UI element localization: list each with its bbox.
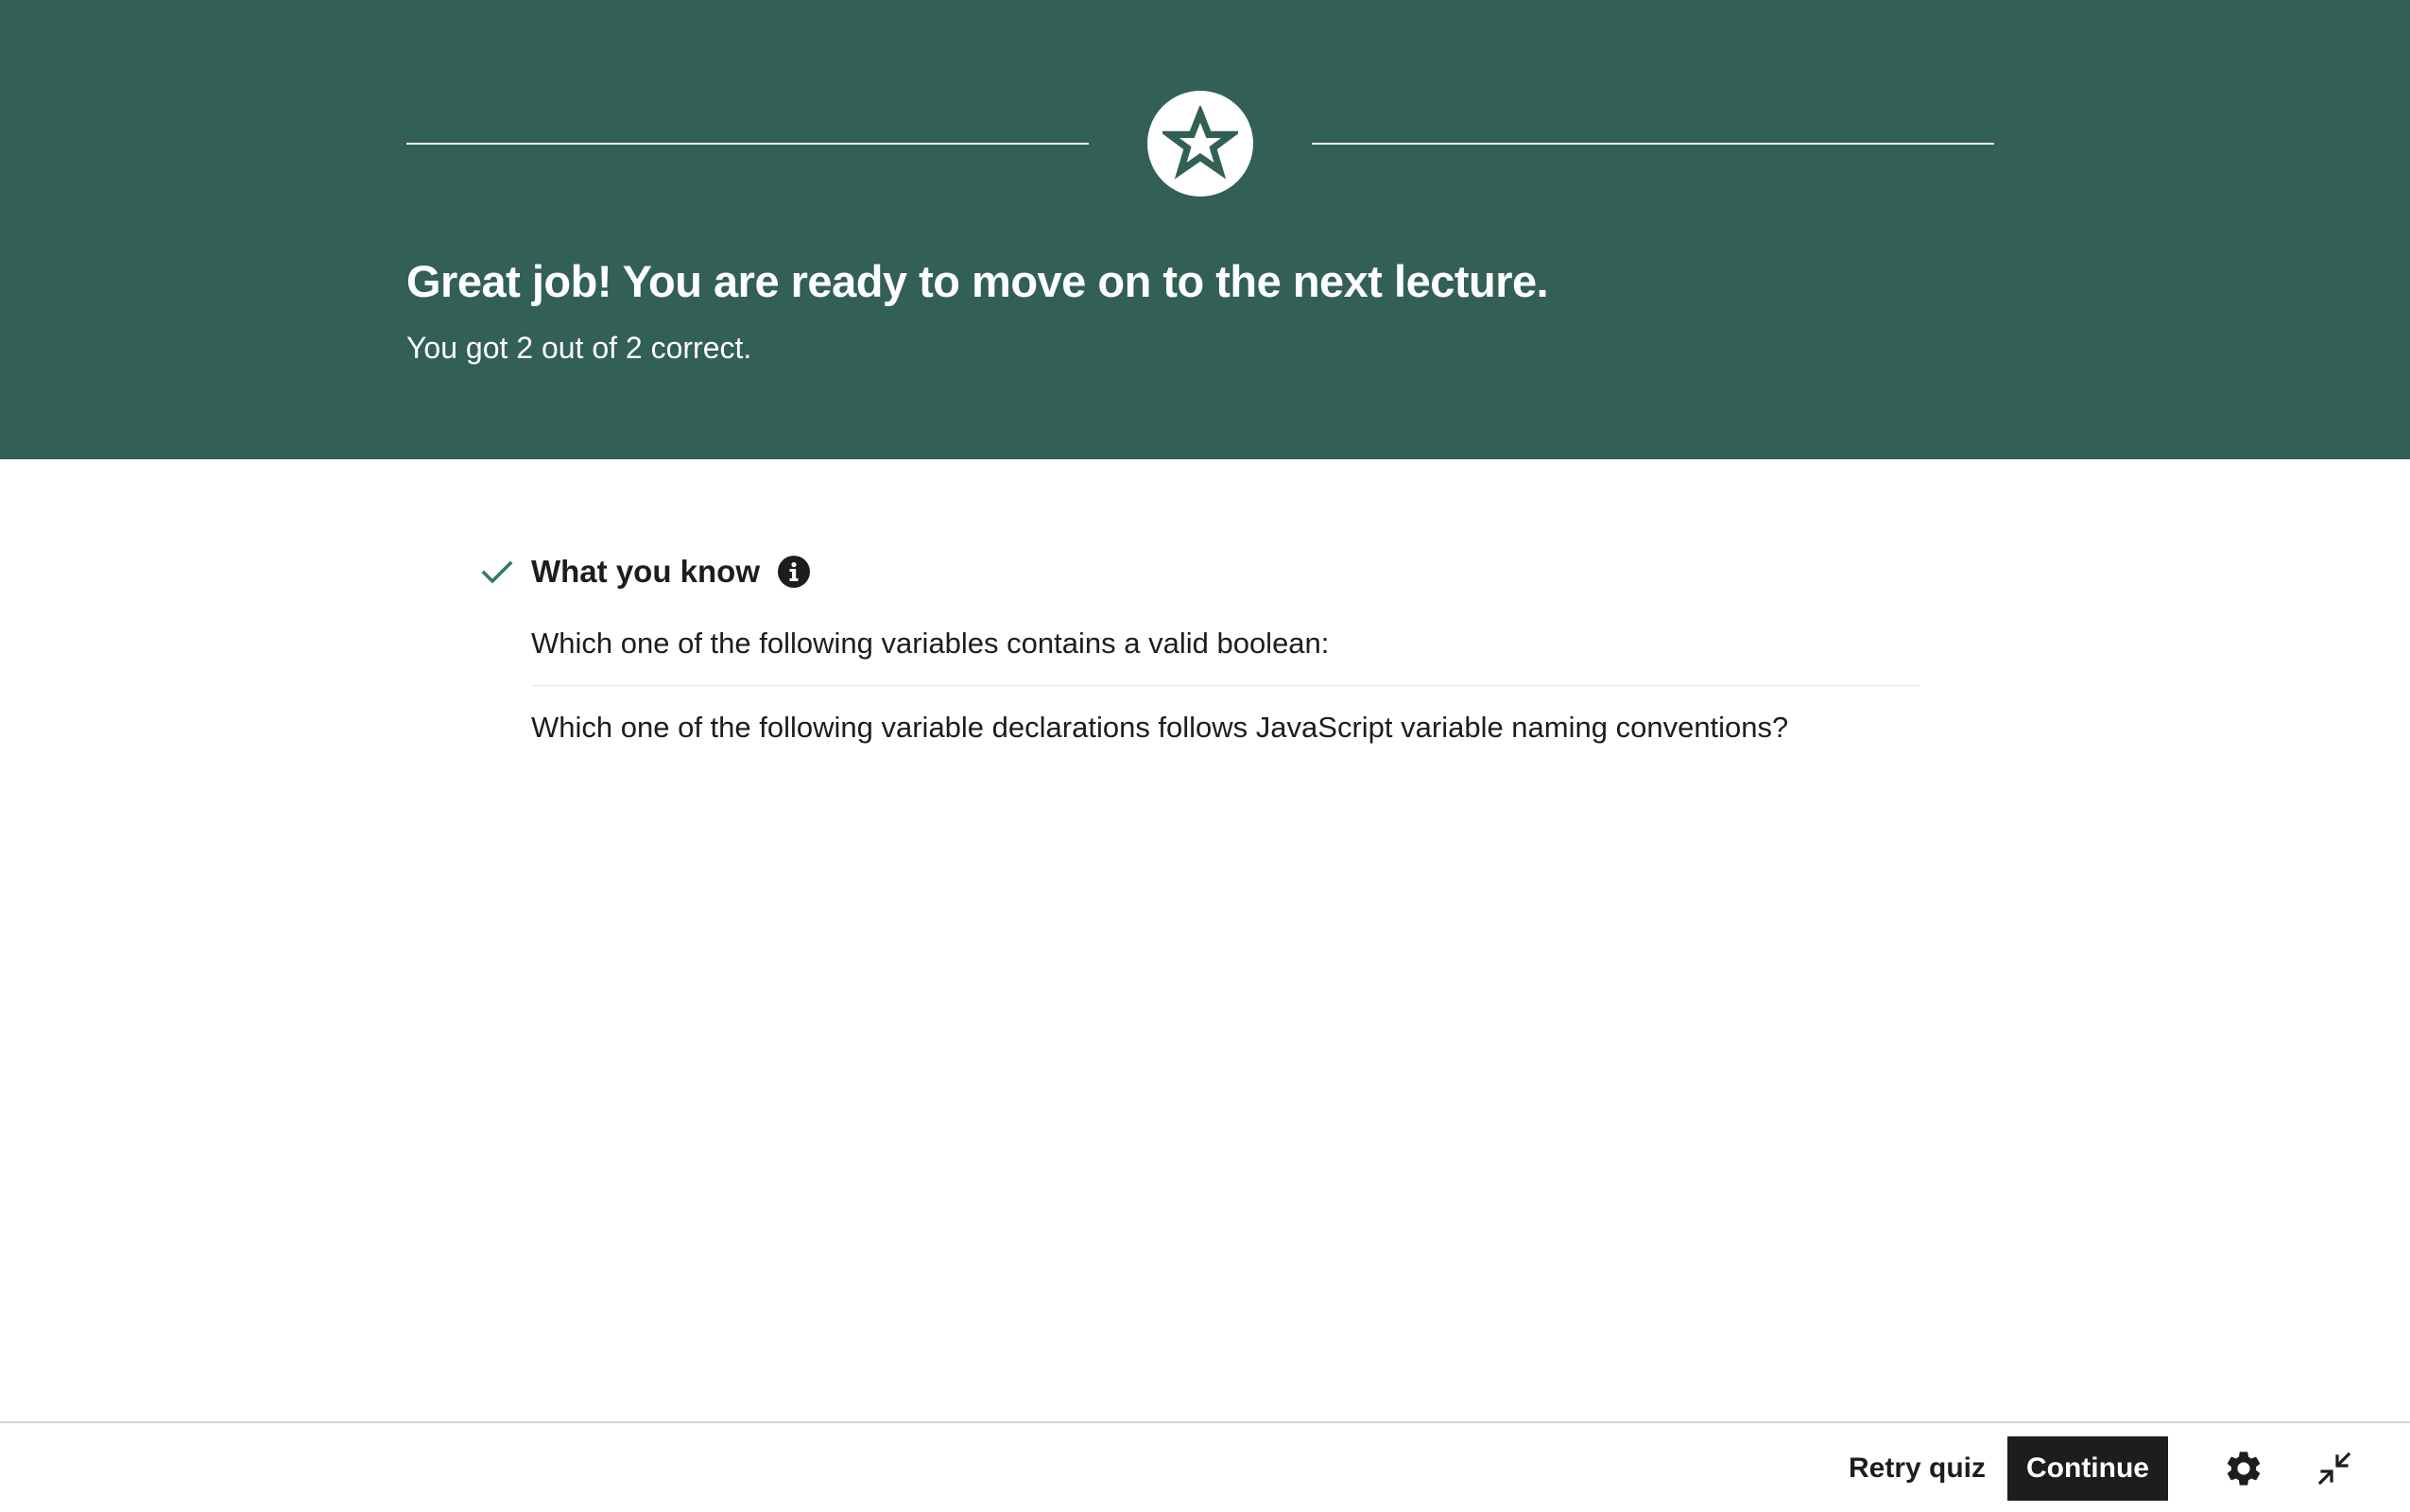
- question-item: Which one of the following variables con…: [531, 627, 1330, 660]
- info-icon[interactable]: [777, 555, 811, 589]
- retry-quiz-button[interactable]: Retry quiz: [1833, 1436, 2001, 1501]
- settings-button[interactable]: [2219, 1444, 2268, 1493]
- banner-divider-left: [406, 143, 1089, 145]
- collapse-icon: [2317, 1452, 2351, 1486]
- gear-icon: [2227, 1452, 2261, 1486]
- check-icon: [481, 560, 513, 584]
- score-summary: You got 2 out of 2 correct.: [406, 331, 752, 365]
- star-badge: [1147, 91, 1253, 197]
- result-banner: Great job! You are ready to move on to t…: [0, 0, 2410, 459]
- question-list: Which one of the following variables con…: [531, 619, 1920, 769]
- banner-divider-right: [1312, 143, 1994, 145]
- footer-bar: Retry quiz Continue: [0, 1421, 2410, 1512]
- what-you-know-header: What you know: [480, 550, 811, 593]
- continue-button[interactable]: Continue: [2007, 1436, 2168, 1501]
- result-title: Great job! You are ready to move on to t…: [406, 256, 1549, 306]
- star-icon: [1162, 106, 1238, 180]
- section-title: What you know: [531, 554, 760, 589]
- question-item: Which one of the following variable decl…: [531, 685, 1920, 769]
- collapse-button[interactable]: [2310, 1444, 2359, 1493]
